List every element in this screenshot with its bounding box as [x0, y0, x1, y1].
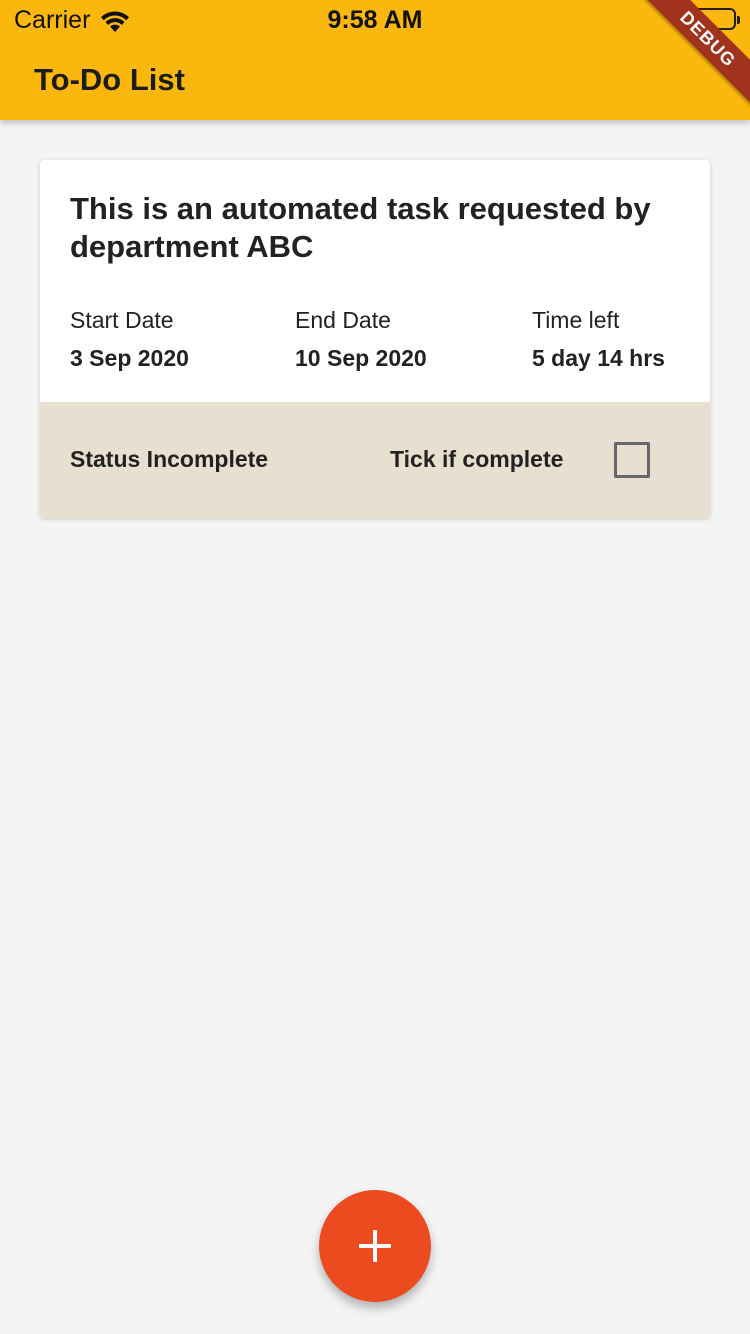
end-date-column: End Date 10 Sep 2020 — [295, 306, 427, 372]
status-time: 9:58 AM — [327, 6, 423, 34]
page-title: To-Do List — [34, 62, 185, 97]
time-left-label: Time left — [532, 307, 620, 333]
plus-icon — [359, 1230, 391, 1262]
start-date-value: 3 Sep 2020 — [70, 345, 189, 371]
end-date-value: 10 Sep 2020 — [295, 345, 427, 371]
task-title: This is an automated task requested by d… — [70, 191, 651, 264]
end-date-label: End Date — [295, 307, 391, 333]
task-status-bar: Status Incomplete Tick if complete — [40, 402, 710, 518]
start-date-label: Start Date — [70, 307, 174, 333]
add-task-button[interactable] — [319, 1190, 431, 1302]
task-card[interactable]: This is an automated task requested by d… — [40, 160, 710, 518]
status-text: Status Incomplete — [70, 446, 269, 472]
app-screen: Carrier 9:58 AM To-Do List DEBUG This is… — [0, 0, 750, 1334]
time-left-column: Time left 5 day 14 hrs — [532, 306, 665, 372]
start-date-column: Start Date 3 Sep 2020 — [70, 306, 189, 372]
time-left-value: 5 day 14 hrs — [532, 345, 665, 371]
tick-label: Tick if complete — [390, 446, 564, 472]
app-bar: Carrier 9:58 AM To-Do List — [0, 0, 750, 120]
complete-checkbox[interactable] — [614, 442, 650, 478]
